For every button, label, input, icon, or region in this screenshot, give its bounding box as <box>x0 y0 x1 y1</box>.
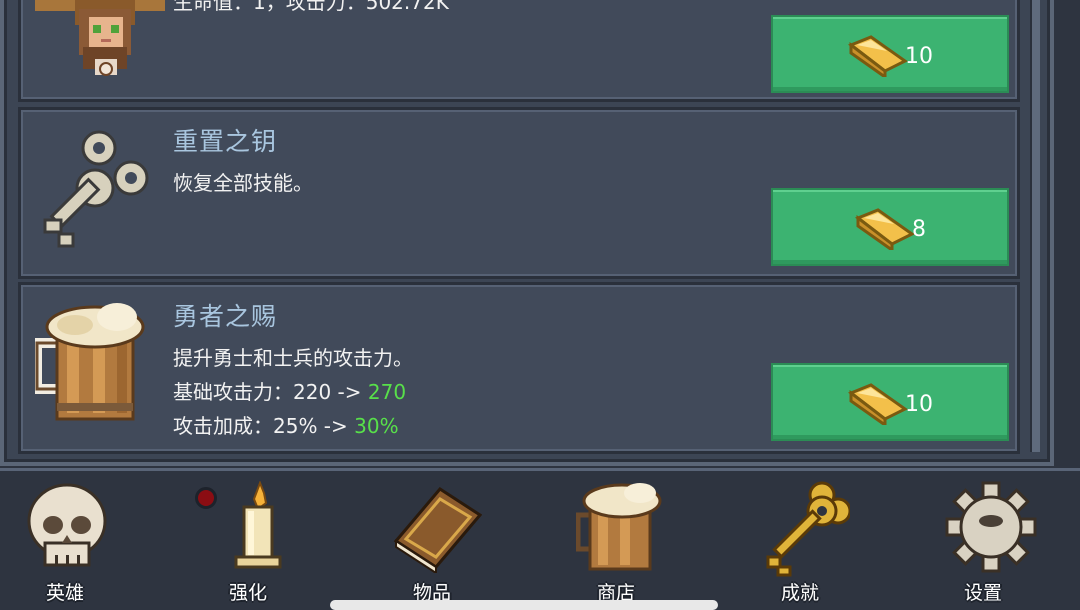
attack-bonus-old: 攻击加成：25% -> <box>173 414 355 438</box>
bottom-nav: 英雄 强化 物品 商店 成就 设置 <box>0 468 1080 609</box>
price-label: 10 <box>905 43 933 69</box>
shop-item: 重置之钥 恢复全部技能。 8 <box>18 107 1020 279</box>
nav-label: 设置 <box>963 582 1002 604</box>
beer-mug-icon <box>35 303 145 421</box>
home-indicator[interactable] <box>330 600 718 610</box>
base-attack-old: 基础攻击力：220 -> <box>173 380 368 404</box>
nav-item-items[interactable]: 物品 <box>377 481 487 604</box>
key-icon <box>43 130 149 248</box>
nav-label: 英雄 <box>45 582 84 604</box>
nav-item-achievements[interactable]: 成就 <box>745 481 855 604</box>
attack-bonus-new: 30% <box>354 414 399 438</box>
buy-button[interactable]: 10 <box>771 15 1009 93</box>
nav-label: 强化 <box>228 582 267 604</box>
buy-button[interactable]: 10 <box>771 363 1009 441</box>
item-description: 提升勇士和士兵的攻击力。 <box>173 346 413 370</box>
nav-item-shop[interactable]: 商店 <box>561 481 671 604</box>
gear-icon <box>945 481 1037 573</box>
item-title: 勇者之赐 <box>173 302 278 331</box>
price-label: 8 <box>912 216 926 242</box>
gold-bar-icon <box>854 208 915 250</box>
book-icon <box>393 487 482 573</box>
gold-bar-icon <box>847 383 908 425</box>
notification-badge <box>195 487 217 509</box>
gold-key-icon <box>766 481 850 577</box>
item-title: 重置之钥 <box>173 127 278 156</box>
nav-item-upgrade[interactable]: 强化 <box>193 481 303 604</box>
candle-icon <box>234 481 282 569</box>
base-attack-new: 270 <box>367 380 407 404</box>
gold-bar-icon <box>847 35 908 77</box>
nav-item-heroes[interactable]: 英雄 <box>10 481 120 604</box>
beer-mug-icon <box>576 483 662 571</box>
item-description: 恢复全部技能。 <box>173 171 313 195</box>
item-description: 生命值：1，攻击力：502.72K <box>173 0 449 14</box>
witch-hero-icon <box>35 0 165 76</box>
shop-item: 勇者之赐 提升勇士和士兵的攻击力。 基础攻击力：220 -> 270 攻击加成：… <box>18 282 1020 454</box>
nav-label: 成就 <box>780 582 819 604</box>
base-attack-line: 基础攻击力：220 -> 270 <box>173 375 406 409</box>
attack-bonus-line: 攻击加成：25% -> 30% <box>173 409 399 443</box>
shop-item: 生命值：1，攻击力：502.72K 10 <box>18 0 1020 102</box>
buy-button[interactable]: 8 <box>771 188 1009 266</box>
skull-icon <box>27 483 107 567</box>
scrollbar[interactable] <box>1030 0 1040 452</box>
nav-item-settings[interactable]: 设置 <box>928 481 1038 604</box>
price-label: 10 <box>905 391 933 417</box>
